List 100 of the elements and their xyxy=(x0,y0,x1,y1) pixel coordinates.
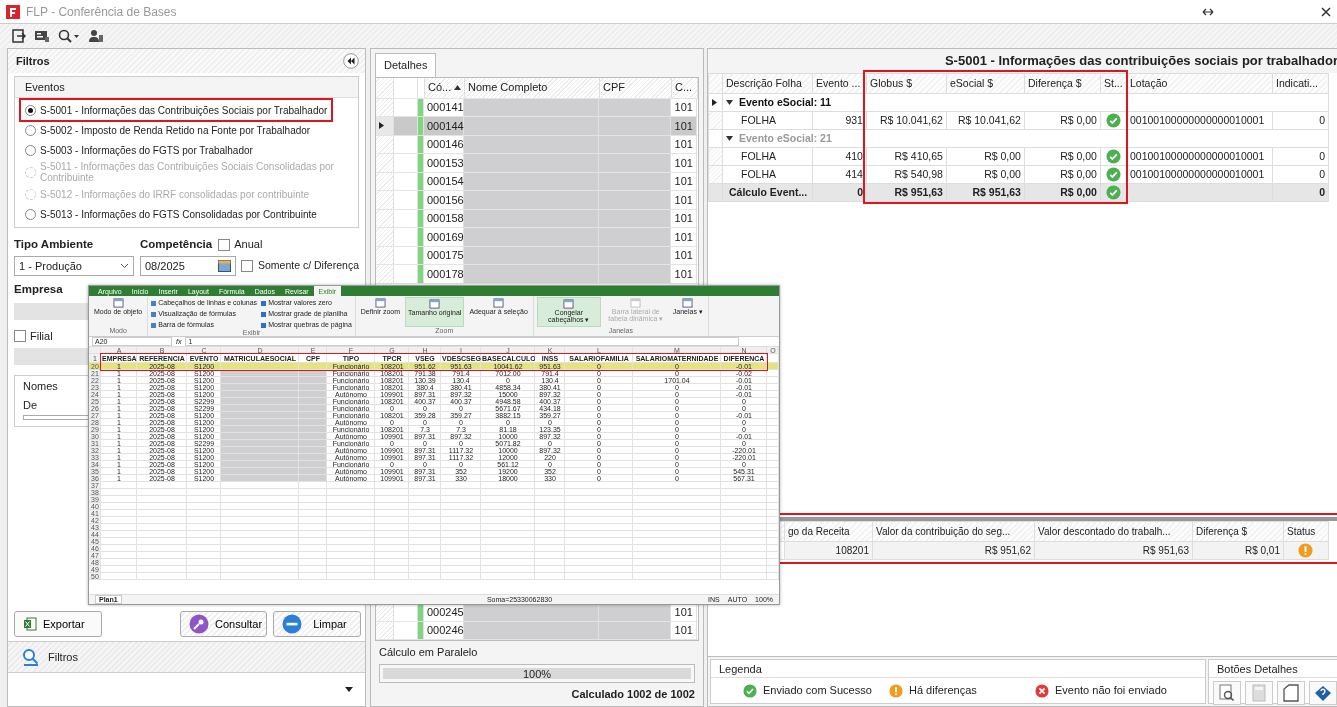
dropdown-field[interactable]: 1 - Produção xyxy=(14,256,134,277)
minus-circle-icon xyxy=(281,614,302,634)
checkbox[interactable] xyxy=(14,329,26,342)
column-header[interactable]: C... xyxy=(671,77,698,98)
expand-caret-icon[interactable] xyxy=(725,136,733,142)
app-logo-icon xyxy=(6,4,20,19)
column-header[interactable]: Diferença $ xyxy=(1024,73,1101,94)
row-pointer-icon xyxy=(378,122,384,130)
column-header[interactable]: Diferença $ xyxy=(1192,521,1284,542)
dropdown-arrow-icon[interactable] xyxy=(344,687,353,692)
radio-button[interactable] xyxy=(25,104,36,116)
table-cell: R$ 0,00 xyxy=(1024,165,1101,184)
id-card-icon[interactable] xyxy=(34,29,50,43)
table-row[interactable]: 000154 101 xyxy=(375,172,698,191)
radio-label[interactable]: S-5003 - Informações do FGTS por Trabalhador xyxy=(40,144,253,156)
table-row[interactable]: 000141 101 xyxy=(375,98,698,117)
search-icon[interactable] xyxy=(58,29,80,43)
table-cell: 000154 xyxy=(423,172,464,190)
table-cell: 414 xyxy=(812,165,867,184)
name-from-field[interactable] xyxy=(23,415,89,420)
table-row[interactable]: 000178 101 xyxy=(375,265,698,284)
table-cell: 00100100000000000010001 xyxy=(1126,165,1273,184)
table-row[interactable]: 000144 101 xyxy=(375,117,698,136)
key-icon xyxy=(188,614,209,634)
radio-button[interactable] xyxy=(25,208,36,220)
expand-caret-icon[interactable] xyxy=(725,100,733,106)
tab[interactable]: Detalhes xyxy=(374,53,437,77)
table-cell: 101 xyxy=(670,265,697,283)
table-cell: FOLHA xyxy=(722,165,813,184)
table-row[interactable]: 000153 101 xyxy=(375,154,698,173)
collapse-icon[interactable] xyxy=(342,53,359,69)
checkbox[interactable] xyxy=(241,260,253,273)
table-row[interactable]: 000169 101 xyxy=(375,228,698,247)
table-cell: 931 xyxy=(812,111,867,130)
checkbox[interactable] xyxy=(261,300,267,306)
resize-icon[interactable] xyxy=(1202,6,1214,17)
page-icon[interactable] xyxy=(1280,683,1301,703)
column-header[interactable]: St... xyxy=(1100,73,1127,94)
table-cell: R$ 410,65 xyxy=(866,147,947,166)
column-header[interactable]: Nome Completo xyxy=(464,77,600,98)
table-cell: 00100100000000000010001 xyxy=(1126,111,1273,130)
column-header[interactable]: Lotação xyxy=(1126,73,1273,94)
checkbox[interactable] xyxy=(261,311,267,317)
group-row[interactable]: Evento eSocial: 11 xyxy=(725,94,832,111)
column-header[interactable]: eSocial $ xyxy=(946,73,1025,94)
table-cell: R$ 0,00 xyxy=(1024,147,1101,166)
column-header[interactable]: go da Receita xyxy=(784,521,873,542)
branch-field[interactable] xyxy=(14,348,88,365)
column-header[interactable]: CPF xyxy=(599,77,672,98)
date-field[interactable]: 08/2025 xyxy=(140,256,236,277)
spreadsheet-icon xyxy=(23,617,37,631)
checkbox[interactable] xyxy=(261,322,267,328)
radio-label[interactable]: S-5001 - Informações das Contribuições Sociais por Trabalhador xyxy=(40,104,328,116)
table-cell: 000169 xyxy=(423,228,464,246)
legend-label: Há diferenças xyxy=(908,683,977,699)
column-header[interactable]: Valor descontado do trabalh... xyxy=(1034,521,1193,542)
column-header[interactable]: Evento ... xyxy=(812,73,867,94)
company-field[interactable] xyxy=(14,302,88,320)
group-title: Nomes xyxy=(23,379,58,394)
table-cell: R$ 10.041,62 xyxy=(866,111,947,130)
exit-icon[interactable] xyxy=(12,29,26,43)
nav-item[interactable]: Filtros xyxy=(8,641,365,673)
field-label: De xyxy=(23,397,38,413)
clear-button[interactable]: Limpar xyxy=(272,611,361,637)
export-button[interactable]: Exportar xyxy=(14,611,102,637)
window-title: FLP - Conferência de Bases xyxy=(26,3,177,21)
column-header[interactable]: Globus $ xyxy=(866,73,947,94)
table-cell: FOLHA xyxy=(722,147,813,166)
table-cell: 0 xyxy=(1272,111,1329,130)
column-header[interactable]: Status xyxy=(1283,521,1329,542)
column-header[interactable]: Indicati... xyxy=(1272,73,1329,94)
legend-label: Evento não foi enviado xyxy=(1054,683,1167,699)
radio-label[interactable]: S-5002 - Imposto de Renda Retido na Fonte por Trabalhador xyxy=(40,124,311,136)
table-row[interactable]: 000158 101 xyxy=(375,209,698,228)
table-cell: FOLHA xyxy=(722,111,813,130)
table-cell: 101 xyxy=(670,98,697,116)
column-header[interactable]: Valor da contribuição do seg... xyxy=(872,521,1035,542)
column-header[interactable]: Descrição Folha xyxy=(722,73,813,94)
table-cell: R$ 0,00 xyxy=(1024,111,1101,130)
close-icon[interactable] xyxy=(1321,6,1331,17)
search-button[interactable]: Consultar xyxy=(179,611,267,637)
table-cell: 101 xyxy=(670,228,697,246)
person-icon[interactable] xyxy=(88,29,104,43)
table-row[interactable]: 000156 101 xyxy=(375,191,698,210)
row-header[interactable] xyxy=(375,117,394,135)
preview-icon[interactable] xyxy=(1216,683,1237,703)
column-header[interactable]: Có... xyxy=(424,77,465,98)
radio-label[interactable]: S-5013 - Informações do FGTS Consolidadas por Contribuinte xyxy=(40,208,317,220)
table-cell: 101 xyxy=(670,246,697,264)
table-row[interactable]: 000246 101 xyxy=(375,621,698,640)
table-row[interactable]: 000146 101 xyxy=(375,135,698,154)
table-cell: 410 xyxy=(812,147,867,166)
table-cell: 000156 xyxy=(423,191,464,209)
checkbox[interactable] xyxy=(218,238,231,251)
table-row[interactable]: 000175 101 xyxy=(375,246,698,265)
calendar-icon[interactable] xyxy=(218,260,231,273)
radio-button[interactable] xyxy=(25,124,36,136)
radio-button[interactable] xyxy=(25,144,36,156)
checkbox-label: Somente c/ Diferença xyxy=(258,258,359,274)
table-cell: 000246 xyxy=(423,621,464,639)
